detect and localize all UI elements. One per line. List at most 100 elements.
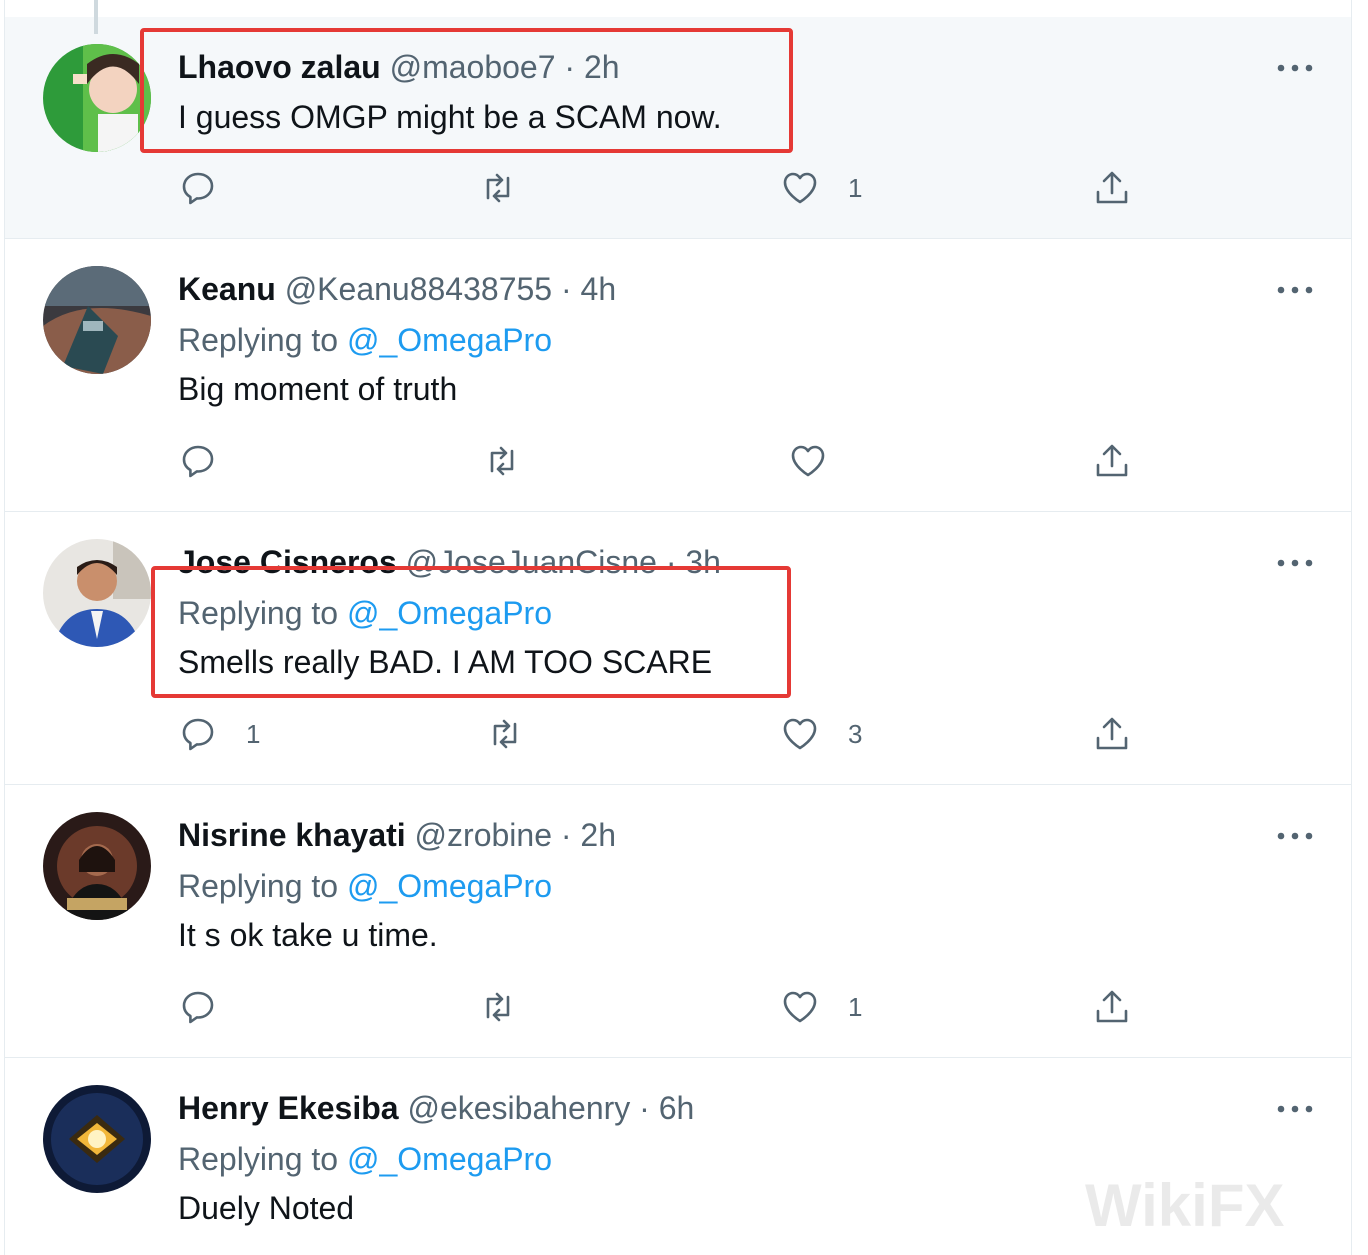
like-count: 3 xyxy=(848,718,863,749)
tweet-text: I guess OMGP might be a SCAM now. xyxy=(178,99,722,135)
tweet[interactable]: Lhaovo zalau @maoboe7 · 2h I guess OMGP … xyxy=(5,0,1351,239)
reply-count: 1 xyxy=(246,718,261,749)
retweet-icon xyxy=(493,719,517,749)
avatar[interactable] xyxy=(43,1085,151,1193)
share-button[interactable] xyxy=(1092,439,1132,483)
mention-link[interactable]: @_OmegaPro xyxy=(347,322,552,358)
timestamp[interactable]: 2h xyxy=(584,49,620,85)
separator-dot: · xyxy=(560,817,572,853)
reply-feed: Lhaovo zalau @maoboe7 · 2h I guess OMGP … xyxy=(4,0,1352,1255)
replying-to: Replying to @_OmegaPro xyxy=(178,320,552,360)
avatar-image xyxy=(43,1085,151,1193)
like-button[interactable] xyxy=(788,439,856,483)
author-handle[interactable]: @maoboe7 xyxy=(390,49,556,85)
retweet-icon xyxy=(490,446,514,476)
reply-button[interactable] xyxy=(178,166,246,210)
retweet-icon xyxy=(486,992,510,1022)
replying-prefix: Replying to xyxy=(178,595,339,631)
replying-prefix: Replying to xyxy=(178,1141,339,1177)
like-button[interactable]: 1 xyxy=(780,166,862,210)
share-icon xyxy=(1096,990,1128,1023)
mention-link[interactable]: @_OmegaPro xyxy=(347,1141,552,1177)
tweet[interactable]: Keanu @Keanu88438755 · 4h Replying to @_… xyxy=(5,239,1351,512)
tweet-header: Nisrine khayati @zrobine · 2h xyxy=(178,815,616,855)
retweet-button[interactable] xyxy=(485,712,553,756)
author-name[interactable]: Keanu xyxy=(178,271,276,307)
tweet[interactable]: Jose Cisneros @JoseJuanCisne · 3h Replyi… xyxy=(5,512,1351,785)
share-icon xyxy=(1096,171,1128,204)
tweet[interactable]: Nisrine khayati @zrobine · 2h Replying t… xyxy=(5,785,1351,1058)
more-icon[interactable] xyxy=(1275,548,1315,578)
tweet-text: Big moment of truth xyxy=(178,371,458,407)
avatar[interactable] xyxy=(43,812,151,920)
more-icon[interactable] xyxy=(1275,1094,1315,1124)
share-icon xyxy=(1096,717,1128,750)
reply-button[interactable] xyxy=(178,985,246,1029)
share-button[interactable] xyxy=(1092,166,1132,210)
like-button[interactable]: 3 xyxy=(780,712,862,756)
more-icon[interactable] xyxy=(1275,275,1315,305)
timestamp[interactable]: 3h xyxy=(685,544,721,580)
separator-dot: · xyxy=(665,544,677,580)
tweet-text: Smells really BAD. I AM TOO SCARE xyxy=(178,644,713,680)
mention-link[interactable]: @_OmegaPro xyxy=(347,868,552,904)
tweet-header: Keanu @Keanu88438755 · 4h xyxy=(178,269,616,309)
avatar-image xyxy=(43,266,151,374)
reply-icon xyxy=(182,445,214,478)
heart-icon xyxy=(791,445,825,477)
avatar-image xyxy=(43,44,151,152)
heart-icon xyxy=(783,718,817,750)
mention-link[interactable]: @_OmegaPro xyxy=(347,595,552,631)
author-handle[interactable]: @zrobine xyxy=(415,817,552,853)
retweet-button[interactable] xyxy=(478,166,546,210)
reply-button[interactable] xyxy=(178,439,246,483)
tweet-text: It s ok take u time. xyxy=(178,917,438,953)
retweet-button[interactable] xyxy=(478,985,546,1029)
heart-icon xyxy=(783,172,817,204)
share-button[interactable] xyxy=(1092,985,1132,1029)
like-button[interactable]: 1 xyxy=(780,985,862,1029)
reply-icon xyxy=(182,991,214,1024)
retweet-button[interactable] xyxy=(482,439,550,483)
replying-prefix: Replying to xyxy=(178,322,339,358)
separator-dot: · xyxy=(639,1090,650,1126)
watermark: WikiFX xyxy=(1085,1171,1285,1239)
avatar[interactable] xyxy=(43,539,151,647)
author-name[interactable]: Lhaovo zalau xyxy=(178,49,381,85)
like-count: 1 xyxy=(848,172,863,203)
author-name[interactable]: Jose Cisneros xyxy=(178,544,397,580)
more-icon[interactable] xyxy=(1275,821,1315,851)
author-handle[interactable]: @Keanu88438755 xyxy=(285,271,552,307)
avatar[interactable] xyxy=(43,266,151,374)
retweet-icon xyxy=(486,173,510,203)
tweet-text: Duely Noted xyxy=(178,1190,355,1226)
reply-icon xyxy=(182,718,214,751)
author-name[interactable]: Henry Ekesiba xyxy=(178,1090,399,1126)
timestamp[interactable]: 6h xyxy=(659,1090,695,1126)
heart-icon xyxy=(783,991,817,1023)
replying-to: Replying to @_OmegaPro xyxy=(178,1139,552,1179)
more-icon[interactable] xyxy=(1275,53,1315,83)
tweet-header: Jose Cisneros @JoseJuanCisne · 3h xyxy=(178,542,721,582)
tweet-header: Henry Ekesiba @ekesibahenry · 6h xyxy=(178,1088,694,1128)
avatar[interactable] xyxy=(43,44,151,152)
reply-icon xyxy=(182,172,214,205)
share-icon xyxy=(1096,444,1128,477)
replying-to: Replying to @_OmegaPro xyxy=(178,593,552,633)
share-button[interactable] xyxy=(1092,712,1132,756)
tweet-header: Lhaovo zalau @maoboe7 · 2h xyxy=(178,47,620,87)
avatar-image xyxy=(43,539,151,647)
author-handle[interactable]: @JoseJuanCisne xyxy=(406,544,657,580)
author-handle[interactable]: @ekesibahenry xyxy=(407,1090,630,1126)
like-count: 1 xyxy=(848,991,863,1022)
timestamp[interactable]: 2h xyxy=(580,817,616,853)
reply-button[interactable]: 1 xyxy=(178,712,260,756)
avatar-image xyxy=(43,812,151,920)
thread-line xyxy=(94,0,98,34)
separator-dot: · xyxy=(560,271,572,307)
replying-to: Replying to @_OmegaPro xyxy=(178,866,552,906)
author-name[interactable]: Nisrine khayati xyxy=(178,817,406,853)
timestamp[interactable]: 4h xyxy=(581,271,617,307)
separator-dot: · xyxy=(564,49,576,85)
replying-prefix: Replying to xyxy=(178,868,339,904)
